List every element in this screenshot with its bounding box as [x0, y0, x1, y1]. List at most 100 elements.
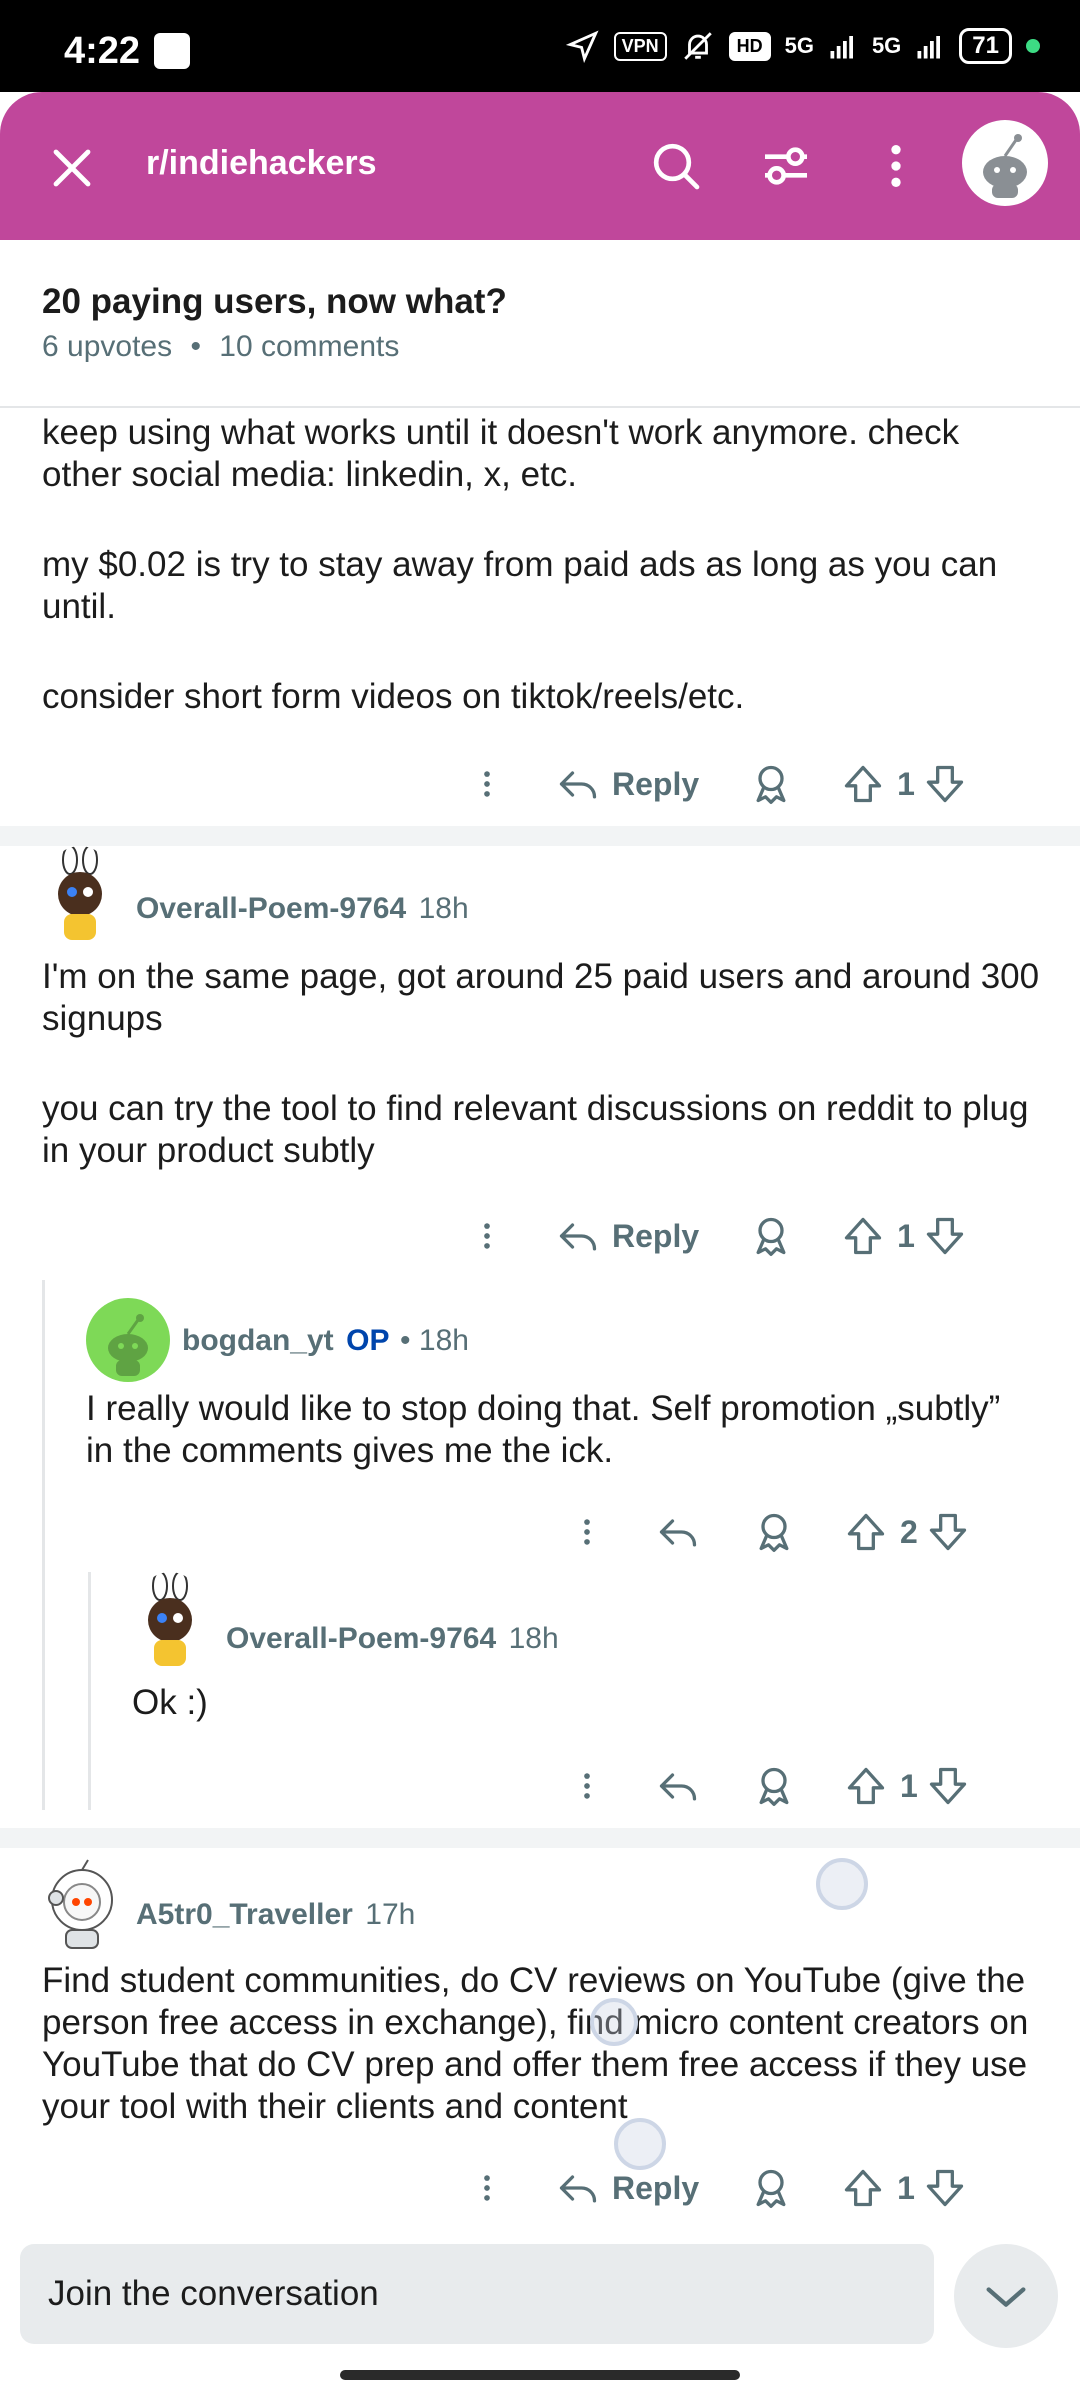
comment-actions: Reply 1 — [470, 1210, 967, 1262]
bunny-avatar-icon — [58, 846, 102, 940]
comment-body: Ok :) — [132, 1682, 1032, 1724]
user-avatar[interactable] — [86, 1298, 170, 1382]
comment-author[interactable]: Overall-Poem-9764 — [136, 892, 406, 925]
location-icon — [565, 30, 599, 63]
divider — [0, 1828, 1080, 1848]
upvote-icon[interactable] — [844, 1764, 888, 1808]
reply-button[interactable]: Reply — [556, 2166, 699, 2210]
more-vertical-icon[interactable] — [470, 762, 504, 806]
filter-icon[interactable] — [758, 138, 814, 194]
vote-count: 1 — [900, 1767, 918, 1804]
home-indicator[interactable] — [340, 2370, 740, 2380]
signal-icon-2 — [917, 36, 941, 59]
award-icon[interactable] — [752, 1510, 796, 1554]
signal-icon — [830, 36, 853, 59]
downvote-icon[interactable] — [923, 1214, 967, 1258]
reply-icon[interactable] — [656, 1764, 700, 1808]
user-avatar[interactable] — [962, 120, 1048, 206]
comment-author[interactable]: A5tr0_Traveller — [136, 1898, 353, 1931]
comment-composer-input[interactable]: Join the conversation — [20, 2244, 934, 2344]
reply-label: Reply — [612, 765, 700, 802]
reply-icon — [559, 771, 597, 799]
reply-icon — [559, 2175, 597, 2203]
more-vertical-icon[interactable] — [570, 1510, 604, 1554]
op-badge: OP — [346, 1324, 390, 1357]
reply-label: Reply — [612, 2169, 700, 2206]
comment-body: I'm on the same page, got around 25 paid… — [42, 956, 1042, 1172]
comment-body: I really would like to stop doing that. … — [86, 1388, 1026, 1472]
comment-actions: 1 — [570, 1760, 970, 1812]
bell-off-icon — [683, 32, 712, 60]
collapse-button[interactable] — [954, 2244, 1058, 2348]
bunny-avatar-icon — [148, 1572, 192, 1666]
downvote-icon[interactable] — [923, 762, 967, 806]
vpn-indicator: VPN — [613, 31, 667, 61]
reply-label: Reply — [612, 1217, 700, 1254]
upvote-count: 6 upvotes — [42, 330, 173, 363]
comment-author[interactable]: bogdan_yt — [182, 1324, 334, 1357]
top-app-bar: r/indiehackers — [0, 92, 1080, 240]
close-icon[interactable] — [48, 144, 96, 192]
status-time: 4:22 — [64, 30, 141, 72]
astronaut-avatar-icon — [48, 1859, 113, 1949]
upvote-icon[interactable] — [841, 2166, 885, 2210]
post-meta: 6 upvotes • 10 comments — [42, 330, 399, 364]
touch-indicator — [590, 1998, 638, 2046]
upvote-icon[interactable] — [841, 762, 885, 806]
thread-line[interactable] — [88, 1572, 91, 1810]
post-title[interactable]: 20 paying users, now what? — [42, 282, 507, 322]
more-vertical-icon[interactable] — [470, 2166, 504, 2210]
comment-paragraph: I really would like to stop doing that. … — [86, 1389, 1001, 1470]
comment-time: 17h — [365, 1898, 416, 1931]
award-icon[interactable] — [749, 1214, 793, 1258]
status-bar: 4:22 VPN HD 5G 5G 71 — [0, 0, 1080, 92]
upvote-icon[interactable] — [844, 1510, 888, 1554]
reply-button[interactable]: Reply — [556, 762, 699, 806]
comment-paragraph: you can try the tool to find relevant di… — [42, 1089, 1029, 1170]
comment-author-row: Overall-Poem-9764 18h — [136, 892, 469, 926]
divider — [0, 826, 1080, 846]
downvote-icon[interactable] — [926, 1510, 970, 1554]
comment-author-row: A5tr0_Traveller 17h — [136, 1898, 415, 1932]
user-avatar[interactable] — [42, 846, 118, 946]
snoo-avatar-icon — [983, 134, 1027, 198]
reply-button[interactable]: Reply — [556, 1214, 699, 1258]
touch-indicator — [614, 2118, 666, 2170]
more-vertical-icon[interactable] — [470, 1214, 504, 1258]
comment-author-row: bogdan_yt OP • 18h — [182, 1324, 469, 1358]
comment-body: keep using what works until it doesn't w… — [42, 412, 1042, 718]
comment-author[interactable]: Overall-Poem-9764 — [226, 1622, 496, 1655]
comment-actions: Reply 1 — [470, 2162, 967, 2214]
comment-actions: 2 — [570, 1506, 970, 1558]
more-vertical-icon[interactable] — [868, 138, 924, 194]
award-icon[interactable] — [749, 2166, 793, 2210]
subreddit-title[interactable]: r/indiehackers — [146, 144, 377, 183]
reply-icon[interactable] — [656, 1510, 700, 1554]
award-icon[interactable] — [752, 1764, 796, 1808]
meta-dot: • — [190, 330, 201, 363]
user-avatar[interactable] — [42, 1856, 122, 1952]
touch-indicator — [816, 1858, 868, 1910]
green-dot-indicator — [1026, 39, 1040, 53]
network-5g-2: 5G — [871, 33, 902, 58]
user-avatar[interactable] — [132, 1572, 208, 1672]
vote-count: 2 — [900, 1513, 918, 1550]
vote-count: 1 — [897, 765, 915, 802]
search-icon[interactable] — [648, 138, 704, 194]
thread-line[interactable] — [42, 1280, 45, 1810]
hd-indicator: HD — [728, 31, 771, 61]
post-header: 20 paying users, now what? 6 upvotes • 1… — [0, 240, 1080, 408]
more-vertical-icon[interactable] — [570, 1764, 604, 1808]
downvote-icon[interactable] — [926, 1764, 970, 1808]
award-icon[interactable] — [749, 762, 793, 806]
network-5g-1: 5G — [784, 33, 814, 58]
comment-paragraph: I'm on the same page, got around 25 paid… — [42, 957, 1040, 1038]
upvote-icon[interactable] — [841, 1214, 885, 1258]
chevron-down-icon — [986, 2287, 1026, 2307]
comment-time: 18h — [418, 1324, 469, 1357]
comment-paragraph: Find student communities, do CV reviews … — [42, 1961, 1029, 2126]
downvote-icon[interactable] — [923, 2166, 967, 2210]
comment-author-row: Overall-Poem-9764 18h — [226, 1622, 559, 1656]
comment-body: Find student communities, do CV reviews … — [42, 1960, 1052, 2128]
status-icons: VPN HD 5G 5G 71 — [565, 28, 1040, 64]
